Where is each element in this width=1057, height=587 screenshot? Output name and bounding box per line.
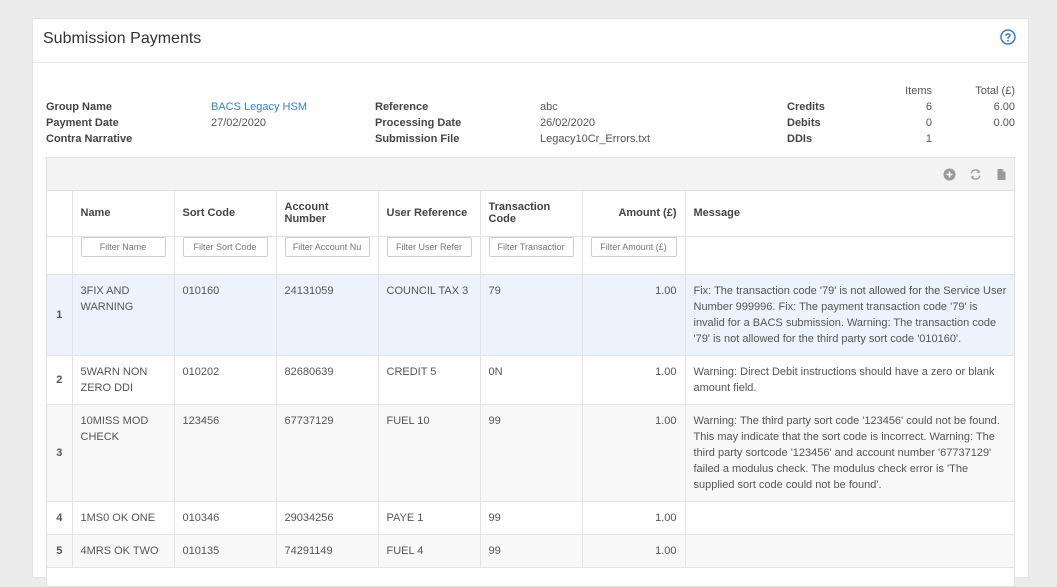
credits-total: 6.00 [993,101,1015,113]
debits-label: Debits [787,117,821,129]
user-reference-cell: CREDIT 5 [378,355,481,405]
reference-value: abc [540,101,558,113]
table-row[interactable]: 3 10MISS MOD CHECK 123456 67737129 FUEL … [47,404,1014,502]
transaction-code-cell: 99 [480,404,583,502]
account-number-column-header[interactable]: Account Number [276,191,379,237]
name-cell: 4MRS OK TWO [72,534,175,568]
filter-name-input[interactable] [80,236,166,257]
debits-items: 0 [925,117,932,129]
sort-code-cell: 010160 [174,274,277,356]
payments-grid: Name Sort Code Account Number User Refer… [46,157,1015,587]
account-number-cell: 74291149 [276,534,379,568]
sort-code-cell: 010202 [174,355,277,405]
user-reference-column-header[interactable]: User Reference [378,191,481,237]
submission-file-value: Legacy10Cr_Errors.txt [540,133,651,145]
transaction-code-cell: 99 [480,501,583,535]
user-reference-cell: FUEL 10 [378,404,481,502]
submission-payments-card: Submission Payments Group Name BACS Lega… [32,18,1029,587]
table-row[interactable]: 5 4MRS OK TWO 010135 74291149 FUEL 4 99 … [47,534,1014,568]
user-reference-cell: PAYE 1 [378,501,481,535]
file-icon[interactable] [995,168,1008,181]
name-cell: 1MS0 OK ONE [72,501,175,535]
sort-code-cell: 123456 [174,404,277,502]
page-title: Submission Payments [43,30,202,47]
sort-code-column-header[interactable]: Sort Code [174,191,277,237]
payments-table: Name Sort Code Account Number User Refer… [47,191,1014,568]
group-name-link[interactable]: BACS Legacy HSM [211,101,307,113]
amount-cell: 1.00 [582,355,686,405]
amount-column-header[interactable]: Amount (£) [582,191,686,237]
processing-date-value: 26/02/2020 [540,117,596,129]
account-number-cell: 24131059 [276,274,379,356]
sort-code-cell: 010135 [174,534,277,568]
account-number-cell: 29034256 [276,501,379,535]
row-index: 1 [47,274,73,356]
grid-toolbar [47,158,1014,191]
filter-transaction-code-input[interactable] [488,236,574,257]
row-index: 3 [47,404,73,502]
payment-date-label: Payment Date [46,117,119,129]
contra-narrative-label: Contra Narrative [46,133,133,145]
message-cell: Warning: The third party sort code '1234… [685,404,1014,502]
filter-row [47,236,1014,275]
add-icon[interactable] [943,168,956,181]
row-index: 4 [47,501,73,535]
total-header: Total (£) [975,85,1015,97]
filter-index-cell [47,236,73,275]
filter-sort-code-input[interactable] [182,236,268,257]
refresh-icon[interactable] [969,168,982,181]
account-number-cell: 82680639 [276,355,379,405]
name-cell: 5WARN NON ZERO DDI [72,355,175,405]
transaction-code-cell: 0N [480,355,583,405]
group-name-label: Group Name [46,101,113,113]
reference-label: Reference [375,101,429,113]
name-cell: 10MISS MOD CHECK [72,404,175,502]
user-reference-cell: COUNCIL TAX 3 [378,274,481,356]
row-index: 5 [47,534,73,568]
user-reference-cell: FUEL 4 [378,534,481,568]
credits-label: Credits [787,101,825,113]
message-column-header[interactable]: Message [685,191,1014,237]
ddis-items: 1 [925,133,932,145]
filter-account-number-input[interactable] [284,236,370,257]
account-number-cell: 67737129 [276,404,379,502]
amount-cell: 1.00 [582,404,686,502]
table-row[interactable]: 4 1MS0 OK ONE 010346 29034256 PAYE 1 99 … [47,501,1014,535]
filter-message-cell [685,236,1014,275]
name-cell: 3FIX AND WARNING [72,274,175,356]
credits-items: 6 [925,101,932,113]
table-row[interactable]: 1 3FIX AND WARNING 010160 24131059 COUNC… [47,274,1014,356]
sort-code-cell: 010346 [174,501,277,535]
card-header: Submission Payments [33,19,1028,63]
filter-amount-input[interactable] [590,236,677,257]
transaction-code-cell: 99 [480,534,583,568]
ddis-label: DDIs [787,133,813,145]
processing-date-label: Processing Date [375,117,462,129]
items-header: Items [905,85,932,97]
message-cell: Warning: Direct Debit instructions shoul… [685,355,1014,405]
row-index: 2 [47,355,73,405]
filter-user-reference-input[interactable] [386,236,472,257]
submission-summary: Group Name BACS Legacy HSM Payment Date … [33,63,1028,158]
payment-date-value: 27/02/2020 [211,117,267,129]
debits-total: 0.00 [993,117,1015,129]
amount-cell: 1.00 [582,501,686,535]
help-icon[interactable] [1000,29,1016,45]
transaction-code-column-header[interactable]: Transaction Code [480,191,583,237]
table-header-row: Name Sort Code Account Number User Refer… [47,191,1014,237]
table-row[interactable]: 2 5WARN NON ZERO DDI 010202 82680639 CRE… [47,355,1014,405]
message-cell [685,501,1014,535]
amount-cell: 1.00 [582,274,686,356]
index-column-header [47,191,73,237]
submission-file-label: Submission File [375,133,460,145]
message-cell: Fix: The transaction code '79' is not al… [685,274,1014,356]
amount-cell: 1.00 [582,534,686,568]
message-cell [685,534,1014,568]
transaction-code-cell: 79 [480,274,583,356]
name-column-header[interactable]: Name [72,191,175,237]
